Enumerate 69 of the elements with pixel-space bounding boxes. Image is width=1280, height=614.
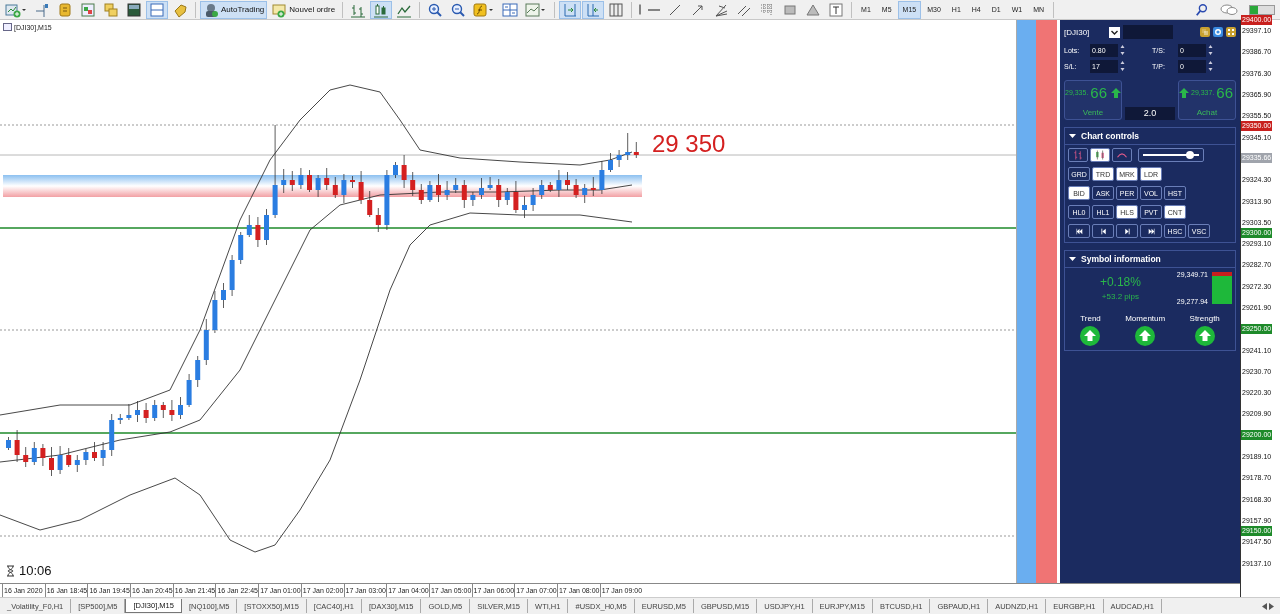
symbol-select[interactable]: [DJI30]	[1064, 27, 1106, 37]
window-icon	[149, 1, 165, 18]
navigation-button[interactable]	[1092, 224, 1114, 238]
step-back-icon	[1098, 226, 1108, 236]
chat-icon[interactable]	[1220, 2, 1238, 17]
zoom-slider[interactable]	[1138, 148, 1204, 162]
navigation-button[interactable]	[1068, 224, 1090, 238]
arrow-up-icon	[1080, 326, 1101, 346]
percent-change: +0.18%	[1099, 275, 1141, 289]
navigation-button[interactable]	[1116, 224, 1138, 238]
section-title: Symbol information	[1081, 254, 1161, 264]
hourglass-icon	[6, 564, 15, 577]
arrow-up-icon	[1179, 87, 1189, 98]
skip-start-icon	[1074, 226, 1084, 236]
candlestick-icon	[1094, 149, 1106, 161]
horizontal-line-icon	[648, 8, 661, 11]
vertical-line-icon	[639, 4, 642, 15]
indicator-label: Strength	[1189, 314, 1220, 323]
toolbar-button[interactable]	[370, 0, 393, 19]
monitor-icon	[126, 1, 142, 18]
coin-stack-icon	[57, 1, 73, 18]
indicator-icon	[473, 1, 496, 18]
document-icon	[271, 1, 288, 18]
spinner-icon[interactable]	[1120, 59, 1125, 73]
candle-timer: 10:06	[19, 563, 52, 578]
chart-window-icon	[3, 23, 12, 31]
layers-icon	[103, 1, 119, 18]
autotrading-button[interactable]: AutoTrading	[200, 0, 268, 19]
text-tool-icon	[828, 1, 845, 18]
window-icon	[80, 1, 96, 18]
settings-icon[interactable]	[1213, 27, 1223, 37]
tile-windows-icon	[502, 1, 519, 18]
spinner-icon[interactable]	[1208, 59, 1213, 73]
collapse-icon[interactable]	[1069, 256, 1076, 262]
skip-end-icon	[1146, 226, 1156, 236]
indicator-label: Trend	[1080, 314, 1101, 323]
arrow-up-icon	[1111, 87, 1122, 98]
collapse-icon[interactable]	[1069, 133, 1076, 139]
section-title: Chart controls	[1081, 131, 1140, 141]
spinner-icon[interactable]	[1208, 43, 1213, 57]
zoom-out-icon	[450, 1, 467, 18]
chart-shift-icon	[562, 1, 579, 18]
robot-icon	[203, 1, 219, 18]
dropdown-icon[interactable]	[1109, 26, 1120, 38]
chart-add-icon	[5, 1, 27, 18]
scroll-left-icon[interactable]	[1262, 602, 1268, 610]
spinner-icon[interactable]	[1120, 43, 1125, 57]
step-forward-icon	[1122, 226, 1132, 236]
arrow-up-icon	[1135, 326, 1156, 346]
arrow-up-icon	[1194, 326, 1215, 346]
input-field[interactable]	[1123, 25, 1173, 39]
scroll-right-icon[interactable]	[1268, 602, 1274, 610]
auto-scroll-icon	[585, 1, 602, 18]
chart-style-button[interactable]	[1112, 148, 1132, 162]
price-annotation: 29 350	[652, 130, 726, 158]
bar-chart-icon	[1072, 149, 1084, 161]
volume-field[interactable]: 2.0	[1125, 107, 1175, 120]
indicator-label: Momentum	[1125, 314, 1166, 323]
chart-style-button[interactable]	[1090, 148, 1110, 162]
pips-change: +53.2 pips	[1101, 292, 1139, 301]
candlestick-icon	[373, 1, 390, 18]
navigation-button[interactable]	[1140, 224, 1162, 238]
chart-style-button[interactable]	[1068, 148, 1088, 162]
connection-status-icon	[1249, 4, 1275, 15]
search-icon[interactable]	[1195, 2, 1209, 17]
grid-icon[interactable]	[1226, 27, 1236, 37]
range-meter	[1212, 272, 1232, 304]
new-order-button[interactable]: Nouvel ordre	[268, 0, 339, 19]
zoom-in-icon	[427, 1, 444, 18]
